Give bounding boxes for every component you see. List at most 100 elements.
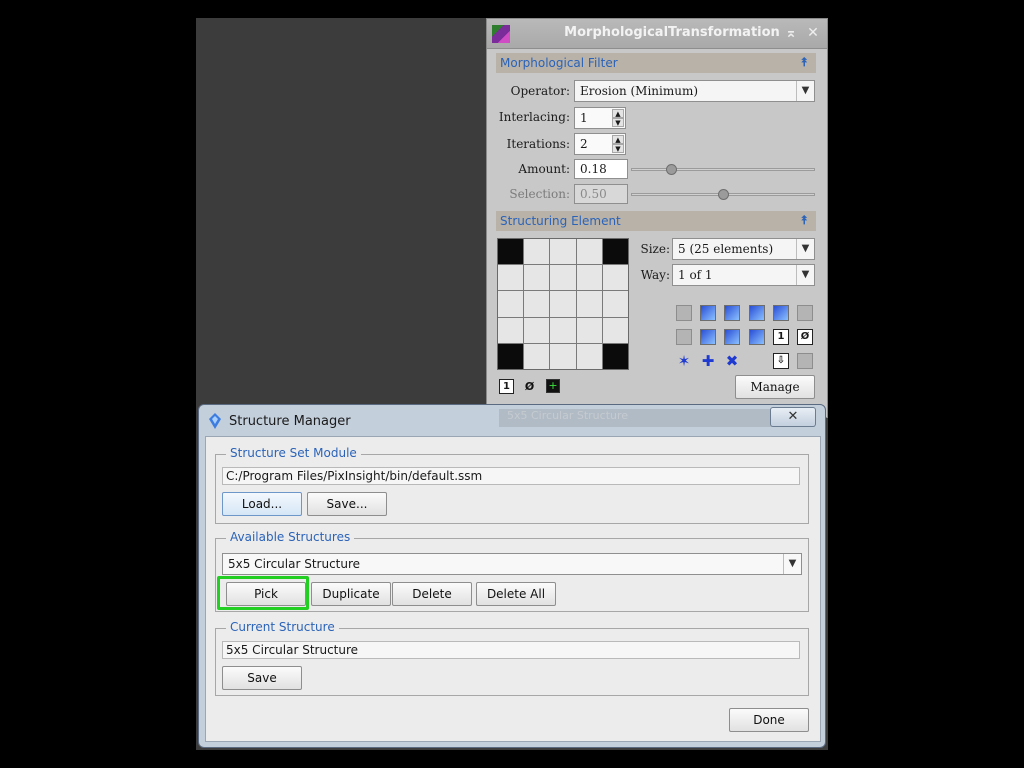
dialog-body: Structure Set Module C:/Program Files/Pi… <box>205 436 821 742</box>
structure-manager-dialog: 5x5 Circular Structure Structure Manager… <box>198 404 826 748</box>
slider-handle[interactable] <box>666 164 677 175</box>
spin-down-icon[interactable]: ▼ <box>612 144 624 153</box>
done-button[interactable]: Done <box>729 708 809 732</box>
section-title: Morphological Filter <box>500 56 618 70</box>
close-icon[interactable]: ✕ <box>805 24 821 42</box>
iterations-spinbox[interactable]: 2 ▲ ▼ <box>574 133 626 155</box>
slider-handle <box>718 189 729 200</box>
size-select[interactable]: 5 (25 elements) ▼ <box>672 238 815 260</box>
grid-cell[interactable] <box>550 239 576 265</box>
available-structures-group: Available Structures 5x5 Circular Struct… <box>215 530 809 612</box>
spin-down-icon[interactable]: ▼ <box>612 118 624 127</box>
available-structure-value: 5x5 Circular Structure <box>228 557 361 571</box>
grid-cell[interactable] <box>524 343 550 369</box>
collapse-icon[interactable]: ⯭ <box>801 213 808 228</box>
rotate-icon[interactable] <box>724 305 740 321</box>
module-path-field[interactable]: C:/Program Files/PixInsight/bin/default.… <box>222 467 800 485</box>
grid-cell[interactable] <box>550 343 576 369</box>
cross-icon[interactable]: ✖ <box>724 353 740 369</box>
grid-cell[interactable] <box>602 343 628 369</box>
save-current-button[interactable]: Save <box>222 666 302 690</box>
square-icon[interactable] <box>749 329 765 345</box>
duplicate-button[interactable]: Duplicate <box>311 582 391 606</box>
copy-icon[interactable] <box>797 305 813 321</box>
morphological-filter-header[interactable]: Morphological Filter ⯭ <box>496 53 816 73</box>
grid-cell[interactable] <box>602 291 628 317</box>
grid-cell[interactable] <box>498 317 524 343</box>
grid-cell[interactable] <box>576 291 602 317</box>
add-element-icon[interactable]: + <box>546 379 560 393</box>
grid-cell[interactable] <box>550 265 576 291</box>
delete-all-button[interactable]: Delete All <box>476 582 556 606</box>
grid-cell[interactable] <box>550 317 576 343</box>
set-ones-icon[interactable]: 1 <box>773 329 789 345</box>
grid-cell[interactable] <box>498 343 524 369</box>
structure-grid[interactable] <box>497 238 629 370</box>
spin-up-icon[interactable]: ▲ <box>612 109 624 118</box>
star-icon[interactable]: ✶ <box>676 353 692 369</box>
grid-cell[interactable] <box>602 265 628 291</box>
flip-icon[interactable] <box>749 305 765 321</box>
group-legend: Current Structure <box>226 620 339 634</box>
grid-cell[interactable] <box>576 343 602 369</box>
grid-cell[interactable] <box>524 239 550 265</box>
operator-select[interactable]: Erosion (Minimum) ▼ <box>574 80 815 102</box>
undo-icon[interactable] <box>676 305 692 321</box>
amount-input[interactable]: 0.18 <box>574 159 628 179</box>
delete-button[interactable]: Delete <box>392 582 472 606</box>
grid-cell[interactable] <box>498 265 524 291</box>
window-title: MorphologicalTransformation <box>564 25 780 40</box>
save-structure-icon[interactable] <box>773 305 789 321</box>
interlacing-spinbox[interactable]: 1 ▲ ▼ <box>574 107 626 129</box>
grid-cell[interactable] <box>498 239 524 265</box>
redo-icon[interactable] <box>676 329 692 345</box>
structure-set-module-group: Structure Set Module C:/Program Files/Pi… <box>215 446 809 524</box>
grid-cell[interactable] <box>602 317 628 343</box>
close-icon: ✕ <box>787 409 799 424</box>
structuring-element-header[interactable]: Structuring Element ⯭ <box>496 211 816 231</box>
chevron-down-icon[interactable]: ▼ <box>796 239 814 259</box>
way-select[interactable]: 1 of 1 ▼ <box>672 264 815 286</box>
chevron-down-icon[interactable]: ▼ <box>796 265 814 285</box>
set-zeros-icon[interactable]: Ø <box>797 329 813 345</box>
selection-value: 0.50 <box>580 187 607 201</box>
selection-input: 0.50 <box>574 184 628 204</box>
draw-icon[interactable] <box>700 305 716 321</box>
save-module-button[interactable]: Save... <box>307 492 387 516</box>
spin-up-icon[interactable]: ▲ <box>612 135 624 144</box>
diamond-icon[interactable] <box>724 329 740 345</box>
grid-cell[interactable] <box>524 291 550 317</box>
grid-cell[interactable] <box>524 317 550 343</box>
grid-cell[interactable] <box>576 317 602 343</box>
chevron-down-icon[interactable]: ▼ <box>796 81 814 101</box>
window-titlebar[interactable]: MorphologicalTransformation ⌅ ✕ <box>487 19 827 49</box>
grid-cell[interactable] <box>576 265 602 291</box>
fill-ones-icon[interactable]: 1 <box>499 379 514 394</box>
close-button[interactable]: ✕ <box>770 407 816 427</box>
import-icon[interactable]: ⇩ <box>773 353 789 369</box>
pixinsight-icon <box>209 413 221 429</box>
grid-cell[interactable] <box>524 265 550 291</box>
chevron-down-icon[interactable]: ▼ <box>783 554 801 574</box>
load-button[interactable]: Load... <box>222 492 302 516</box>
manage-button[interactable]: Manage <box>735 375 815 399</box>
amount-label: Amount: <box>518 162 570 176</box>
plus-icon[interactable]: ✚ <box>700 353 716 369</box>
export-icon[interactable] <box>797 353 813 369</box>
grid-cell[interactable] <box>576 239 602 265</box>
amount-value: 0.18 <box>580 162 607 176</box>
grid-cell[interactable] <box>550 291 576 317</box>
interlacing-label: Interlacing: <box>498 110 570 124</box>
amount-slider[interactable] <box>631 164 815 175</box>
current-structure-field[interactable]: 5x5 Circular Structure <box>222 641 800 659</box>
shade-icon[interactable]: ⌅ <box>783 24 799 42</box>
available-structures-select[interactable]: 5x5 Circular Structure ▼ <box>222 553 802 575</box>
section-title: Structuring Element <box>500 214 621 228</box>
grid-cell[interactable] <box>498 291 524 317</box>
circle-icon[interactable] <box>700 329 716 345</box>
collapse-icon[interactable]: ⯭ <box>801 55 808 70</box>
grid-cell[interactable] <box>602 239 628 265</box>
background-window-label: 5x5 Circular Structure <box>507 409 629 422</box>
size-label: Size: <box>640 242 670 256</box>
fill-zeros-icon[interactable]: Ø <box>522 379 537 394</box>
